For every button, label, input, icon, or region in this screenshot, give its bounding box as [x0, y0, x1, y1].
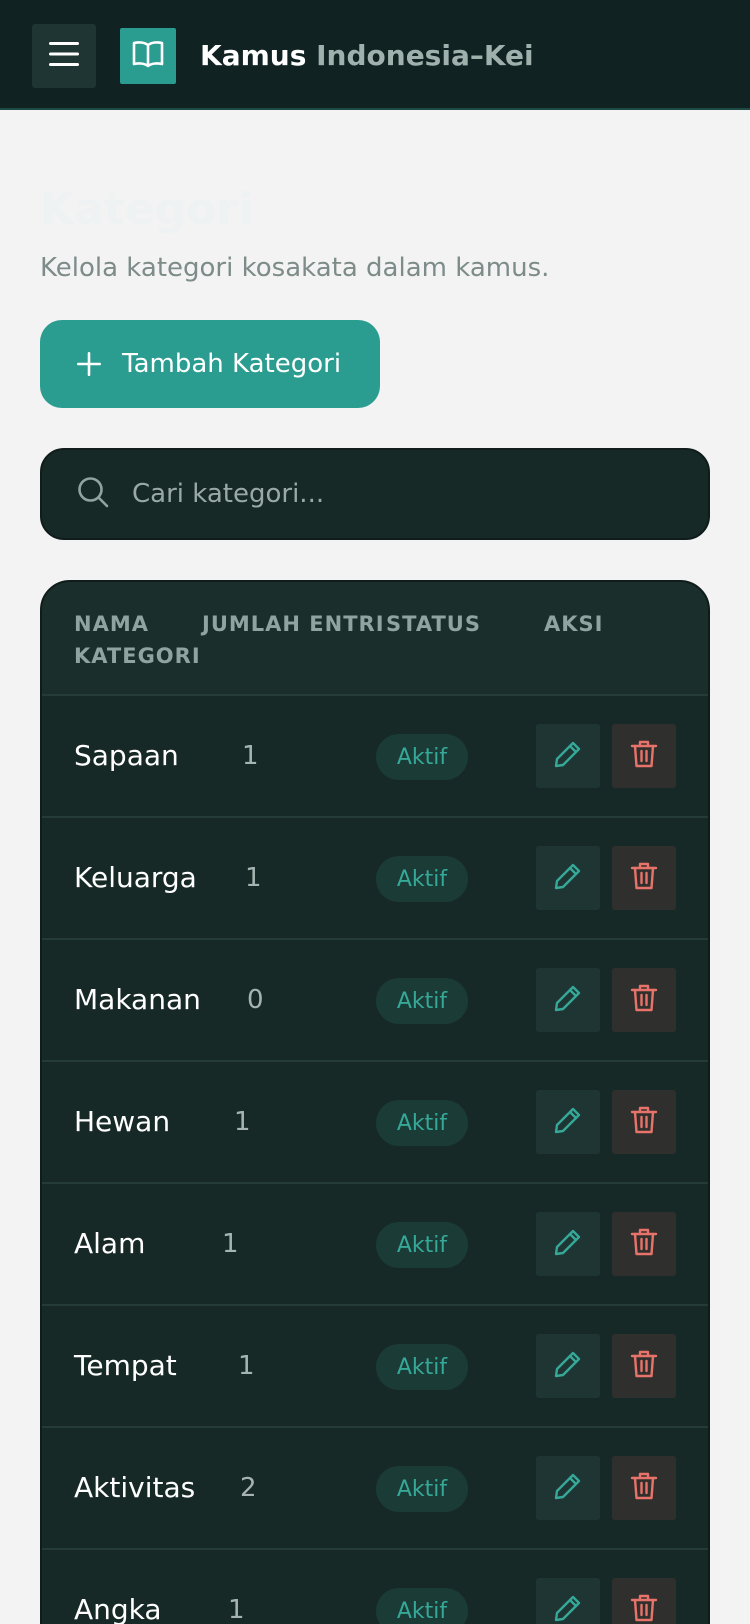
entry-count: 0: [247, 985, 264, 1015]
trash-icon: [630, 1593, 658, 1624]
category-name: Alam: [74, 1227, 146, 1260]
entry-count: 1: [228, 1595, 245, 1624]
table-row: Keluarga 1 Aktif: [42, 818, 708, 940]
category-table: NAMA KATEGORI JUMLAH ENTRI STATUS AKSI S…: [40, 580, 710, 1624]
pencil-icon: [553, 983, 583, 1017]
entry-count: 1: [242, 741, 259, 771]
page-subtitle: Kelola kategori kosakata dalam kamus.: [40, 253, 550, 283]
menu-button[interactable]: [32, 24, 96, 88]
entry-count: 1: [234, 1107, 251, 1137]
table-row: Makanan 0 Aktif: [42, 940, 708, 1062]
delete-button[interactable]: [612, 1456, 676, 1520]
status-badge: Aktif: [376, 1344, 468, 1390]
edit-button[interactable]: [536, 846, 600, 910]
search-icon: [76, 475, 110, 513]
search-bar: [40, 448, 710, 540]
table-row: Aktivitas 2 Aktif: [42, 1428, 708, 1550]
status-badge: Aktif: [376, 1466, 468, 1512]
pencil-icon: [553, 861, 583, 895]
trash-icon: [630, 861, 658, 895]
pencil-icon: [553, 1349, 583, 1383]
pencil-icon: [553, 1593, 583, 1624]
category-name: Hewan: [74, 1105, 171, 1138]
app-title: Kamus Indonesia–Kei: [200, 36, 534, 76]
app-title-secondary: Indonesia–Kei: [316, 39, 534, 72]
entry-count: 1: [222, 1229, 239, 1259]
category-name: Angka: [74, 1593, 162, 1624]
app-title-primary: Kamus: [200, 39, 307, 72]
hamburger-icon: [48, 41, 80, 71]
table-row: Angka 1 Aktif: [42, 1550, 708, 1624]
column-header-status[interactable]: STATUS: [386, 608, 481, 640]
edit-button[interactable]: [536, 1212, 600, 1276]
column-header-name[interactable]: NAMA KATEGORI: [74, 608, 204, 672]
pencil-icon: [553, 1471, 583, 1505]
delete-button[interactable]: [612, 968, 676, 1032]
entry-count: 1: [238, 1351, 255, 1381]
column-header-count[interactable]: JUMLAH ENTRI: [202, 608, 385, 640]
table-row: Hewan 1 Aktif: [42, 1062, 708, 1184]
trash-icon: [630, 1349, 658, 1383]
entry-count: 1: [245, 863, 262, 893]
app-logo: [120, 28, 176, 84]
trash-icon: [630, 739, 658, 773]
delete-button[interactable]: [612, 1578, 676, 1624]
delete-button[interactable]: [612, 1212, 676, 1276]
table-row: Sapaan 1 Aktif: [42, 696, 708, 818]
edit-button[interactable]: [536, 1456, 600, 1520]
pencil-icon: [553, 1227, 583, 1261]
table-row: Tempat 1 Aktif: [42, 1306, 708, 1428]
status-badge: Aktif: [376, 1588, 468, 1624]
trash-icon: [630, 1105, 658, 1139]
top-bar: Kamus Indonesia–Kei: [0, 0, 750, 110]
edit-button[interactable]: [536, 1090, 600, 1154]
status-badge: Aktif: [376, 734, 468, 780]
category-name: Makanan: [74, 983, 201, 1016]
delete-button[interactable]: [612, 846, 676, 910]
status-badge: Aktif: [376, 1222, 468, 1268]
category-name: Tempat: [74, 1349, 177, 1382]
status-badge: Aktif: [376, 1100, 468, 1146]
search-input[interactable]: [132, 479, 652, 509]
add-category-button[interactable]: Tambah Kategori: [40, 320, 380, 408]
edit-button[interactable]: [536, 1578, 600, 1624]
page-title: Kategori: [40, 184, 254, 235]
book-icon: [132, 40, 164, 72]
table-row: Alam 1 Aktif: [42, 1184, 708, 1306]
category-name: Aktivitas: [74, 1471, 196, 1504]
edit-button[interactable]: [536, 968, 600, 1032]
edit-button[interactable]: [536, 1334, 600, 1398]
trash-icon: [630, 1471, 658, 1505]
pencil-icon: [553, 739, 583, 773]
edit-button[interactable]: [536, 724, 600, 788]
delete-button[interactable]: [612, 1334, 676, 1398]
category-name: Sapaan: [74, 739, 179, 772]
delete-button[interactable]: [612, 724, 676, 788]
table-header: NAMA KATEGORI JUMLAH ENTRI STATUS AKSI: [42, 582, 708, 696]
category-name: Keluarga: [74, 861, 197, 894]
trash-icon: [630, 1227, 658, 1261]
trash-icon: [630, 983, 658, 1017]
delete-button[interactable]: [612, 1090, 676, 1154]
status-badge: Aktif: [376, 856, 468, 902]
entry-count: 2: [240, 1473, 257, 1503]
plus-icon: [76, 351, 102, 377]
pencil-icon: [553, 1105, 583, 1139]
column-header-actions: AKSI: [544, 612, 604, 636]
add-category-label: Tambah Kategori: [122, 349, 342, 379]
status-badge: Aktif: [376, 978, 468, 1024]
